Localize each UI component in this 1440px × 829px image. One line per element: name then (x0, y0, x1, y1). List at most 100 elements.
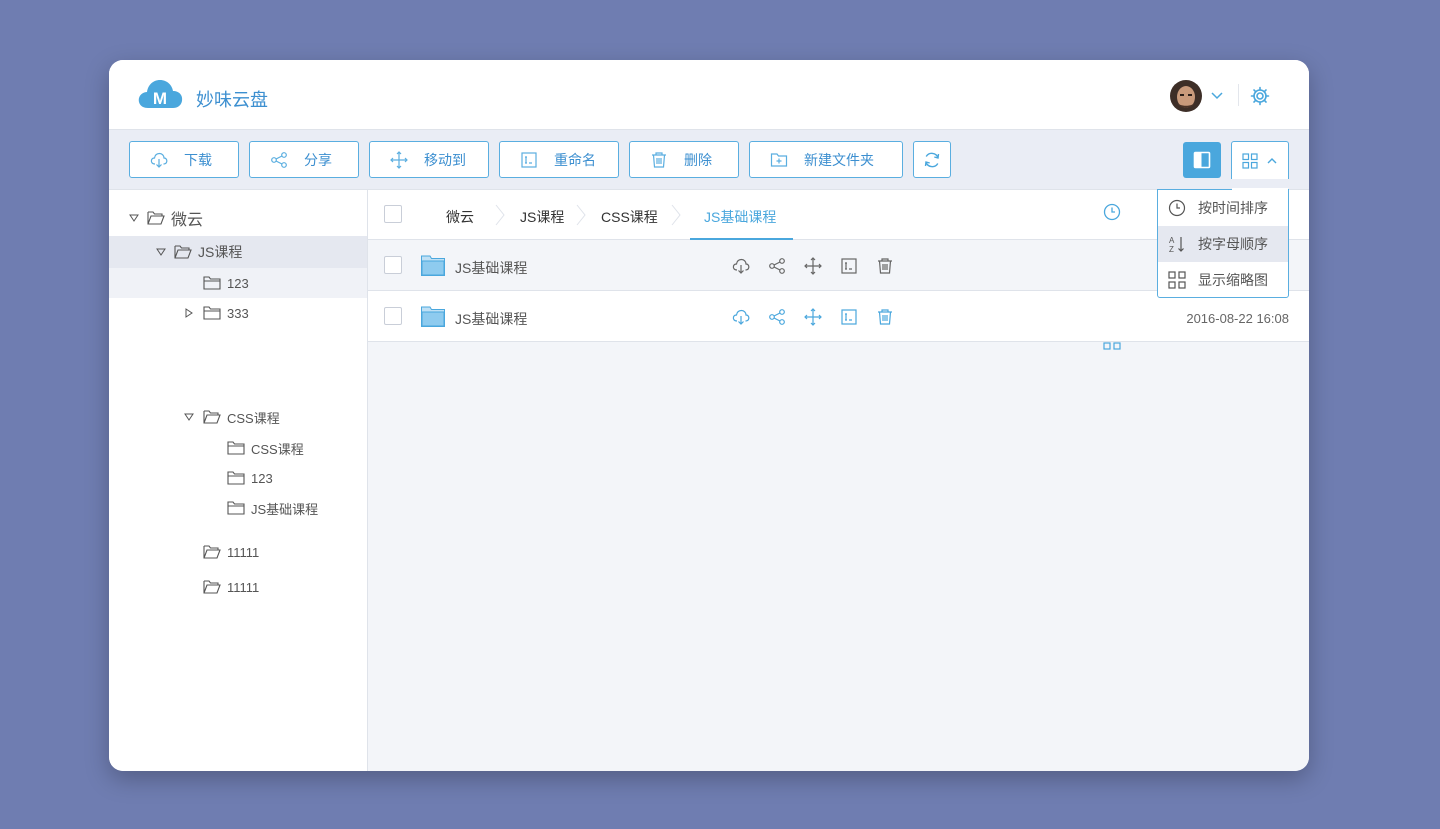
menu-item-label: 显示缩略图 (1198, 272, 1268, 288)
move-icon[interactable] (804, 308, 822, 326)
share-icon[interactable] (768, 308, 786, 326)
triangle-down-icon[interactable] (156, 247, 166, 257)
new-folder-label: 新建文件夹 (804, 151, 874, 168)
folder-icon (227, 441, 245, 455)
folder-open-icon (203, 410, 221, 424)
cloud-logo-icon: M (138, 80, 183, 108)
tree-item-label: JS基础课程 (251, 501, 319, 517)
grid-icon (1242, 152, 1258, 169)
breadcrumb-item-current[interactable]: JS基础课程 (704, 207, 776, 227)
user-avatar[interactable] (1170, 80, 1202, 112)
folder-icon (421, 306, 445, 327)
triangle-down-icon[interactable] (129, 213, 139, 223)
new-folder-button[interactable]: 新建文件夹 (749, 141, 903, 178)
menu-item-thumbnails[interactable]: 显示缩略图 (1158, 262, 1288, 298)
split-view-button[interactable] (1183, 142, 1221, 178)
move-icon[interactable] (804, 257, 822, 275)
rename-button[interactable]: 重命名 (499, 141, 619, 178)
grid-icon (1168, 271, 1186, 289)
tree-item-css-child[interactable]: CSS课程 (109, 433, 367, 463)
triangle-down-icon[interactable] (184, 412, 194, 422)
tree-item-jsbasic[interactable]: JS基础课程 (109, 493, 367, 523)
rename-icon[interactable] (840, 257, 858, 275)
folder-icon (227, 471, 245, 485)
tree-item-11111[interactable]: 11111 (109, 537, 367, 567)
breadcrumb-separator-icon (576, 204, 586, 226)
clock-icon[interactable] (1103, 203, 1121, 221)
rename-label: 重命名 (554, 151, 596, 168)
trash-icon[interactable] (876, 308, 894, 326)
svg-text:A: A (1169, 236, 1175, 245)
tree-item-label: CSS课程 (227, 410, 280, 426)
view-options-button[interactable] (1231, 141, 1289, 179)
tree-item-label: 123 (251, 470, 273, 486)
row-checkbox[interactable] (384, 256, 402, 274)
menu-item-label: 按时间排序 (1198, 200, 1268, 216)
move-to-button[interactable]: 移动到 (369, 141, 489, 178)
chevron-down-icon[interactable] (1210, 88, 1224, 102)
folder-icon (203, 306, 221, 320)
select-all-checkbox[interactable] (384, 205, 402, 223)
delete-label: 删除 (684, 151, 712, 168)
trash-icon (650, 151, 668, 169)
folder-icon (203, 276, 221, 290)
tree-item-js[interactable]: JS课程 (109, 236, 367, 268)
tree-item-label: 333 (227, 305, 249, 321)
header-divider (1238, 84, 1239, 106)
tree-item-123[interactable]: 123 (109, 268, 367, 298)
share-icon (270, 151, 288, 169)
file-date: 2016-08-22 16:08 (1186, 311, 1289, 326)
tree-item-root[interactable]: 微云 (109, 202, 367, 234)
new-folder-icon (770, 151, 788, 169)
row-checkbox[interactable] (384, 307, 402, 325)
share-icon[interactable] (768, 257, 786, 275)
refresh-button[interactable] (913, 141, 951, 178)
breadcrumb-item[interactable]: 微云 (446, 207, 474, 227)
chevron-up-icon (1267, 157, 1277, 163)
rename-icon (520, 151, 538, 169)
file-row[interactable]: JS基础课程 2016-08-22 16:08 (368, 291, 1309, 342)
tree-item-label: 123 (227, 275, 249, 291)
gear-icon[interactable] (1250, 86, 1270, 106)
breadcrumb-separator-icon (671, 204, 681, 226)
breadcrumb-separator-icon (495, 204, 505, 226)
view-options-menu: 按时间排序 AZ 按字母顺序 显示缩略图 (1157, 189, 1289, 298)
download-label: 下载 (184, 151, 212, 168)
split-view-icon (1193, 151, 1211, 169)
folder-open-icon (147, 211, 165, 225)
app-title: 妙味云盘 (196, 90, 268, 110)
tree-item-label: CSS课程 (251, 441, 304, 457)
tree-item-333[interactable]: 333 (109, 298, 367, 328)
breadcrumb-item[interactable]: JS课程 (520, 207, 564, 227)
sort-alpha-icon: AZ (1168, 235, 1186, 253)
menu-item-sort-time[interactable]: 按时间排序 (1158, 190, 1288, 226)
header: M 妙味云盘 (109, 60, 1309, 130)
folder-icon (421, 255, 445, 276)
toolbar: 下载 分享 移动到 重命名 删除 新建文件夹 (109, 130, 1309, 190)
breadcrumb-item[interactable]: CSS课程 (601, 207, 658, 227)
folder-open-icon (203, 545, 221, 559)
download-button[interactable]: 下载 (129, 141, 239, 178)
cloud-download-icon[interactable] (732, 257, 750, 275)
tree-item-11111-b[interactable]: 11111 (109, 572, 367, 602)
delete-button[interactable]: 删除 (629, 141, 739, 178)
folder-open-icon (203, 580, 221, 594)
app-window: M 妙味云盘 下载 分享 移动到 重命名 删除 新建文件夹 微云 JS课程 12… (109, 60, 1309, 771)
tree-item-css[interactable]: CSS课程 (109, 402, 367, 432)
avatar-image (1170, 80, 1202, 112)
menu-item-sort-alpha[interactable]: AZ 按字母顺序 (1158, 226, 1288, 262)
refresh-icon (924, 152, 940, 167)
share-label: 分享 (304, 151, 332, 168)
cloud-download-icon (150, 151, 168, 169)
triangle-right-icon[interactable] (184, 308, 194, 318)
trash-icon[interactable] (876, 257, 894, 275)
share-button[interactable]: 分享 (249, 141, 359, 178)
tree-item-123-child[interactable]: 123 (109, 463, 367, 493)
file-name[interactable]: JS基础课程 (455, 309, 527, 329)
cloud-download-icon[interactable] (732, 308, 750, 326)
rename-icon[interactable] (840, 308, 858, 326)
dropdown-connector (1232, 188, 1288, 191)
svg-text:M: M (153, 89, 167, 108)
file-name[interactable]: JS基础课程 (455, 258, 527, 278)
folder-open-icon (174, 245, 192, 259)
